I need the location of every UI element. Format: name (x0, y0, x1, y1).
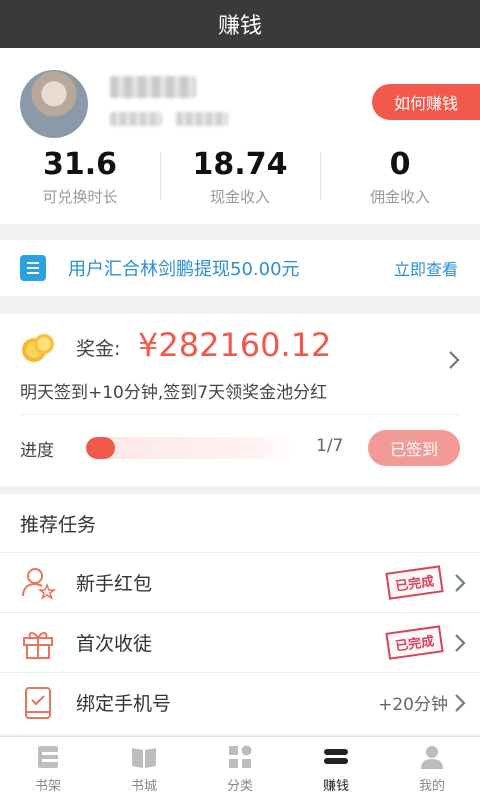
bottom-tab-bar: 书架 书城 分类 赚钱 我的 (0, 736, 480, 800)
stats-row: 31.6 可兑换时长 18.74 现金收入 0 佣金收入 (0, 146, 480, 212)
signed-in-button[interactable]: 已签到 (368, 430, 460, 466)
progress-count: 1/7 (316, 436, 344, 456)
bonus-card[interactable]: 奖金: ¥282160.12 明天签到+10分钟,签到7天领奖金池分红 进度 1… (0, 314, 480, 486)
tab-earn[interactable]: 赚钱 (288, 737, 384, 800)
tab-label: 分类 (226, 779, 253, 794)
completed-stamp: 已完成 (385, 625, 444, 660)
bonus-amount: ¥282160.12 (138, 326, 332, 364)
grid-icon (229, 745, 252, 768)
stat-value: 18.74 (192, 147, 288, 182)
tab-label: 赚钱 (322, 779, 349, 794)
task-item-bind-phone[interactable]: 绑定手机号 +20分钟 (0, 672, 480, 732)
recommended-tasks: 推荐任务 新手红包 已完成 首次收徒 已完成 绑定手机号 +20分钟 (0, 494, 480, 734)
task-item-newbie-redpacket[interactable]: 新手红包 已完成 (0, 552, 480, 612)
stat-label: 可兑换时长 (42, 188, 118, 206)
tab-category[interactable]: 分类 (192, 737, 288, 800)
stat-redeemable-time[interactable]: 31.6 可兑换时长 (0, 146, 160, 212)
task-label: 首次收徒 (76, 633, 153, 655)
withdraw-notice-bar: 用户汇合林剑鹏提现50.00元 立即查看 (0, 240, 480, 296)
how-to-earn-button[interactable]: 如何赚钱 (372, 84, 480, 120)
completed-stamp: 已完成 (385, 565, 444, 600)
profile-card: 如何赚钱 31.6 可兑换时长 18.74 现金收入 0 佣金收入 (0, 48, 480, 224)
bonus-label: 奖金: (76, 338, 121, 360)
tab-label: 我的 (418, 779, 445, 794)
avatar[interactable] (20, 70, 88, 138)
user-icon (421, 746, 443, 769)
view-now-link[interactable]: 立即查看 (394, 256, 458, 280)
stat-commission-income[interactable]: 0 佣金收入 (320, 146, 480, 212)
blurred-username (110, 76, 196, 98)
progress-fill (86, 437, 116, 459)
progress-label: 进度 (20, 441, 54, 461)
task-label: 绑定手机号 (76, 693, 172, 715)
tab-label: 书城 (130, 779, 157, 794)
stat-value: 31.6 (42, 147, 118, 182)
earn-icon (324, 749, 348, 764)
tab-label: 书架 (34, 779, 61, 794)
book-icon (132, 748, 156, 768)
notice-text: 用户汇合林剑鹏提现50.00元 (68, 259, 300, 280)
stat-label: 现金收入 (209, 188, 270, 206)
gift-icon (23, 631, 53, 659)
task-item-first-apprentice[interactable]: 首次收徒 已完成 (0, 612, 480, 672)
stat-label: 佣金收入 (369, 188, 430, 206)
tab-bookshelf[interactable]: 书架 (0, 737, 96, 800)
chevron-right-icon (455, 634, 466, 652)
chevron-right-icon (455, 574, 466, 592)
tab-bookstore[interactable]: 书城 (96, 737, 192, 800)
divider (20, 414, 460, 415)
coins-icon (22, 334, 54, 362)
page-title: 赚钱 (217, 14, 262, 39)
bookshelf-icon (38, 746, 58, 768)
blurred-user-info (110, 112, 162, 126)
task-label: 新手红包 (76, 573, 153, 595)
user-star-icon (22, 567, 56, 600)
chevron-right-icon (449, 351, 460, 369)
tab-mine[interactable]: 我的 (384, 737, 480, 800)
top-bar: 赚钱 (0, 0, 480, 48)
notice-icon (20, 255, 46, 281)
progress-bar (86, 437, 296, 459)
stat-cash-income[interactable]: 18.74 现金收入 (160, 146, 320, 212)
bonus-description: 明天签到+10分钟,签到7天领奖金池分红 (20, 383, 328, 403)
blurred-user-info (176, 112, 228, 126)
task-reward: +20分钟 (378, 695, 448, 715)
stat-value: 0 (389, 147, 411, 182)
section-title: 推荐任务 (20, 514, 97, 536)
chevron-right-icon (455, 694, 466, 712)
phone-icon (25, 686, 51, 719)
